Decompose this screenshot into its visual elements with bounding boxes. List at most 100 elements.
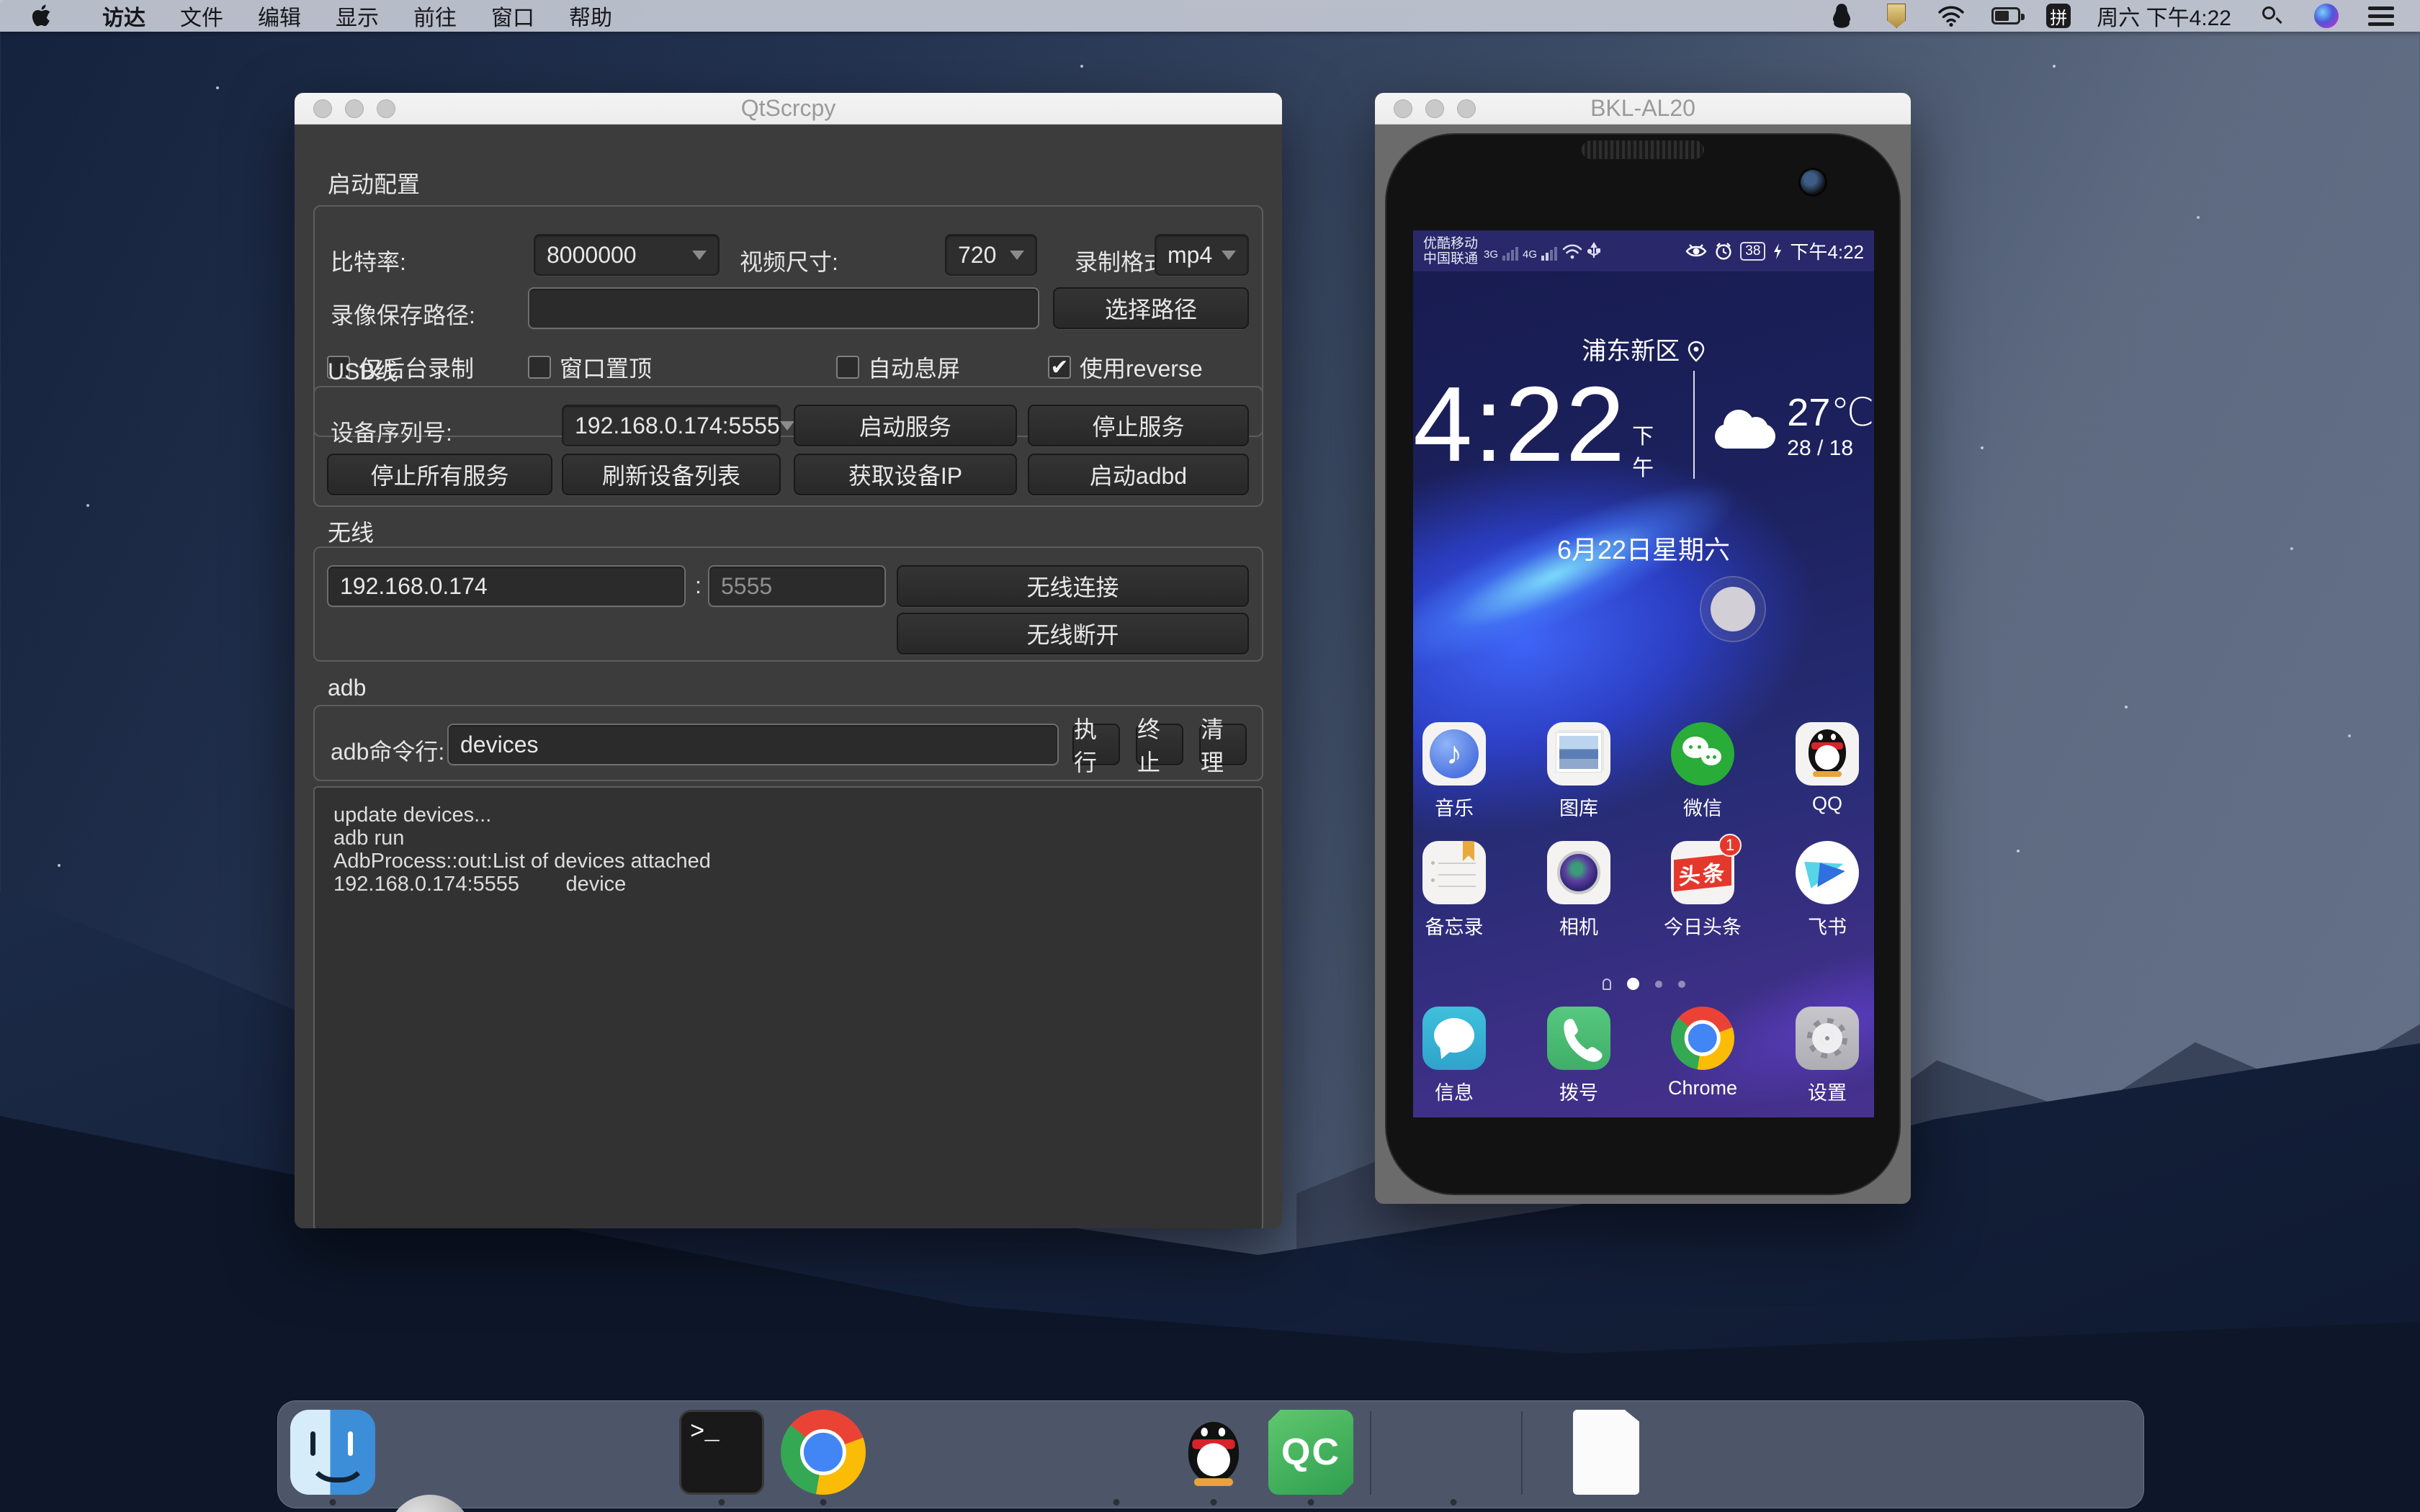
phone-bezel: 优酷移动 中国联通 3G 4G 38 [1385, 133, 1901, 1195]
log-line: 192.168.0.174:5555 device [333, 873, 1243, 896]
assistive-touch-ball[interactable] [1700, 576, 1766, 642]
video-size-label: 视频尺寸: [740, 244, 838, 277]
checkbox-icon[interactable] [836, 356, 859, 379]
adb-run-button[interactable]: 执行 [1072, 724, 1120, 765]
widget-date[interactable]: 6月22日星期六 [1413, 529, 1874, 567]
search-icon[interactable] [2257, 4, 2286, 28]
app-camera[interactable]: 相机 [1528, 841, 1629, 940]
chevron-down-icon [780, 421, 794, 431]
zoom-button[interactable] [1457, 99, 1476, 118]
chevron-down-icon [1010, 251, 1024, 260]
zoom-button[interactable] [377, 99, 395, 118]
choose-path-button[interactable]: 选择路径 [1053, 287, 1249, 329]
qq-icon [1796, 722, 1859, 786]
close-button[interactable] [1394, 99, 1412, 118]
menu-finder[interactable]: 访达 [85, 0, 163, 32]
menu-help[interactable]: 帮助 [552, 0, 629, 32]
adb-command-label: adb命令行: [331, 734, 444, 767]
get-device-ip-button[interactable]: 获取设备IP [794, 454, 1017, 495]
wireless-connect-button[interactable]: 无线连接 [897, 565, 1249, 607]
mac-dock: >_ QC QC [277, 1400, 2144, 1508]
notification-center-icon[interactable] [2367, 4, 2396, 28]
phone-screen[interactable]: 优酷移动 中国联通 3G 4G 38 [1413, 230, 1874, 1117]
running-indicator [719, 1499, 725, 1506]
dock-app-messages[interactable]: 信息 [1413, 1007, 1505, 1105]
adb-kill-button[interactable]: 终止 [1136, 724, 1183, 765]
dock-terminal-icon[interactable]: >_ [679, 1410, 764, 1495]
input-method-icon[interactable]: 拼 [2046, 4, 2071, 28]
wireless-groupbox: 192.168.0.174 : 5555 无线连接 无线断开 [313, 546, 1263, 662]
checkbox-icon[interactable] [528, 356, 551, 379]
clock-widget[interactable]: 4:22 下午 27℃ 28 / 18 [1413, 364, 1874, 486]
serial-label: 设备序列号: [331, 415, 452, 448]
checkbox-use-reverse[interactable]: ✔使用reverse [1048, 351, 1203, 384]
dock-app-settings[interactable]: 设置 [1777, 1007, 1874, 1105]
menu-window[interactable]: 窗口 [474, 0, 552, 32]
app-gallery[interactable]: 图库 [1528, 722, 1629, 821]
wifi-status-icon [1561, 243, 1583, 261]
traffic-lights[interactable] [1394, 99, 1476, 118]
dock-document-icon[interactable] [1573, 1410, 1639, 1495]
bitrate-select[interactable]: 8000000 [534, 234, 720, 276]
record-path-input[interactable] [528, 287, 1039, 329]
net-3g-label: 3G [1484, 248, 1498, 261]
eye-protection-icon [1685, 243, 1707, 260]
app-notes[interactable]: 备忘录 [1413, 841, 1505, 940]
dock-launchpad-icon[interactable] [387, 1495, 472, 1512]
dock-qtcreator-icon[interactable]: QC [1268, 1410, 1353, 1495]
menu-view[interactable]: 显示 [318, 0, 396, 32]
page-dot [1678, 981, 1685, 988]
wifi-menubar-icon[interactable] [1937, 4, 1966, 28]
record-format-select[interactable]: mp4 [1155, 234, 1249, 276]
phone-titlebar[interactable]: BKL-AL20 [1375, 93, 1911, 125]
notification-badge: 1 [1718, 834, 1742, 857]
location-label[interactable]: 浦东新区 [1413, 331, 1874, 366]
menu-file[interactable]: 文件 [163, 0, 241, 32]
app-wechat[interactable]: 微信 [1652, 722, 1753, 821]
qtscrcpy-titlebar[interactable]: QtScrcpy [295, 93, 1282, 125]
app-feishu[interactable]: 飞书 [1777, 841, 1874, 940]
dock-app-dialer[interactable]: 拨号 [1528, 1007, 1629, 1105]
device-serial-select[interactable]: 192.168.0.174:5555 [562, 405, 781, 446]
dock-qq-icon[interactable] [1171, 1410, 1256, 1495]
widget-time: 4:22 [1413, 364, 1626, 486]
widget-temp-range: 28 / 18 [1787, 436, 1874, 461]
wireless-ip-input[interactable]: 192.168.0.174 [327, 565, 686, 607]
wireless-port-input[interactable]: 5555 [708, 565, 886, 607]
battery-menubar-icon[interactable] [1991, 4, 2020, 28]
adb-command-input[interactable]: devices [447, 724, 1059, 765]
wechat-icon [1671, 722, 1734, 786]
close-button[interactable] [313, 99, 332, 118]
dock-chrome-icon[interactable] [781, 1410, 866, 1495]
video-size-select[interactable]: 720 [945, 234, 1037, 276]
log-output[interactable]: update devices... adb run AdbProcess::ou… [313, 786, 1263, 1228]
running-indicator [1308, 1499, 1314, 1506]
wireless-disconnect-button[interactable]: 无线断开 [897, 613, 1249, 654]
menu-go[interactable]: 前往 [396, 0, 474, 32]
siri-icon[interactable] [2312, 4, 2341, 28]
minimize-button[interactable] [1425, 99, 1444, 118]
menu-edit[interactable]: 编辑 [241, 0, 318, 32]
apple-logo-icon[interactable] [30, 4, 52, 28]
gallery-icon [1547, 722, 1610, 786]
app-qq[interactable]: QQ [1777, 722, 1874, 815]
stop-service-button[interactable]: 停止服务 [1028, 405, 1249, 446]
wireless-group-label: 无线 [328, 515, 374, 548]
start-adbd-button[interactable]: 启动adbd [1028, 454, 1249, 495]
start-service-button[interactable]: 启动服务 [794, 405, 1017, 446]
dock-finder-icon[interactable] [290, 1410, 375, 1495]
dock-app-chrome[interactable]: Chrome [1652, 1007, 1753, 1099]
checkbox-always-on-top[interactable]: 窗口置顶 [528, 351, 652, 384]
app-toutiao[interactable]: 头条 1 今日头条 [1652, 841, 1753, 940]
adb-clear-button[interactable]: 清理 [1199, 724, 1247, 765]
traffic-lights[interactable] [313, 99, 395, 118]
checkbox-screen-off[interactable]: 自动息屏 [836, 351, 960, 384]
refresh-devices-button[interactable]: 刷新设备列表 [562, 454, 781, 495]
stop-all-services-button[interactable]: 停止所有服务 [327, 454, 552, 495]
shield-menubar-icon[interactable] [1882, 4, 1911, 28]
qq-menubar-icon[interactable] [1827, 4, 1856, 28]
checkbox-checked-icon[interactable]: ✔ [1048, 356, 1071, 379]
minimize-button[interactable] [345, 99, 364, 118]
menubar-clock[interactable]: 周六 下午4:22 [2097, 0, 2231, 32]
app-music[interactable]: ♪ 音乐 [1413, 722, 1505, 821]
